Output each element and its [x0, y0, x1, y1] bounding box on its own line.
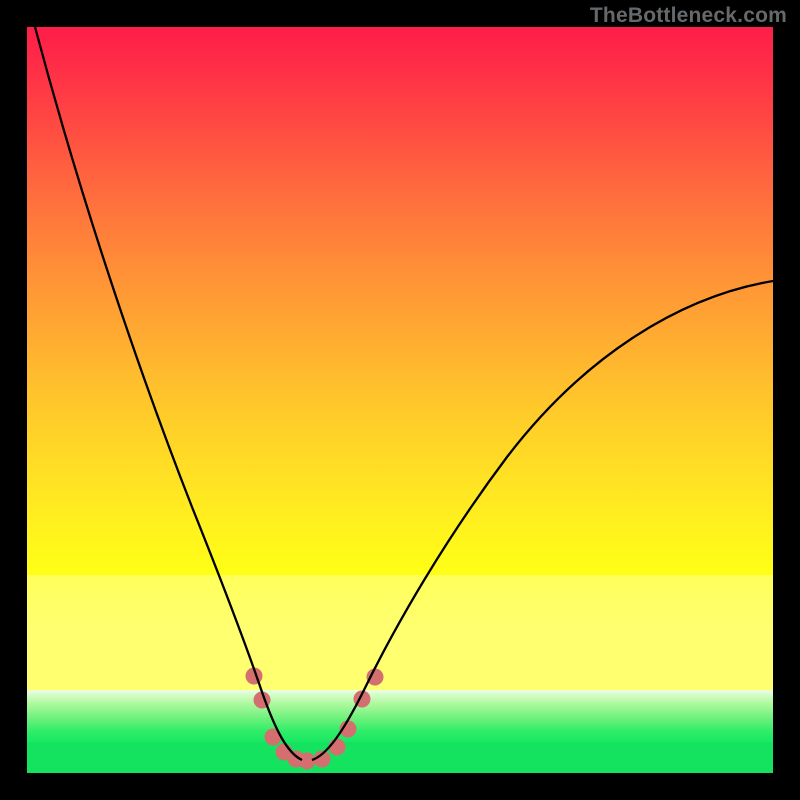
- curve-left: [35, 27, 302, 760]
- plot-area: [27, 27, 773, 773]
- trough-markers: [246, 668, 384, 770]
- curve-right: [312, 281, 773, 760]
- chart-frame: TheBottleneck.com: [0, 0, 800, 800]
- curve-layer: [27, 27, 773, 773]
- watermark: TheBottleneck.com: [590, 4, 787, 28]
